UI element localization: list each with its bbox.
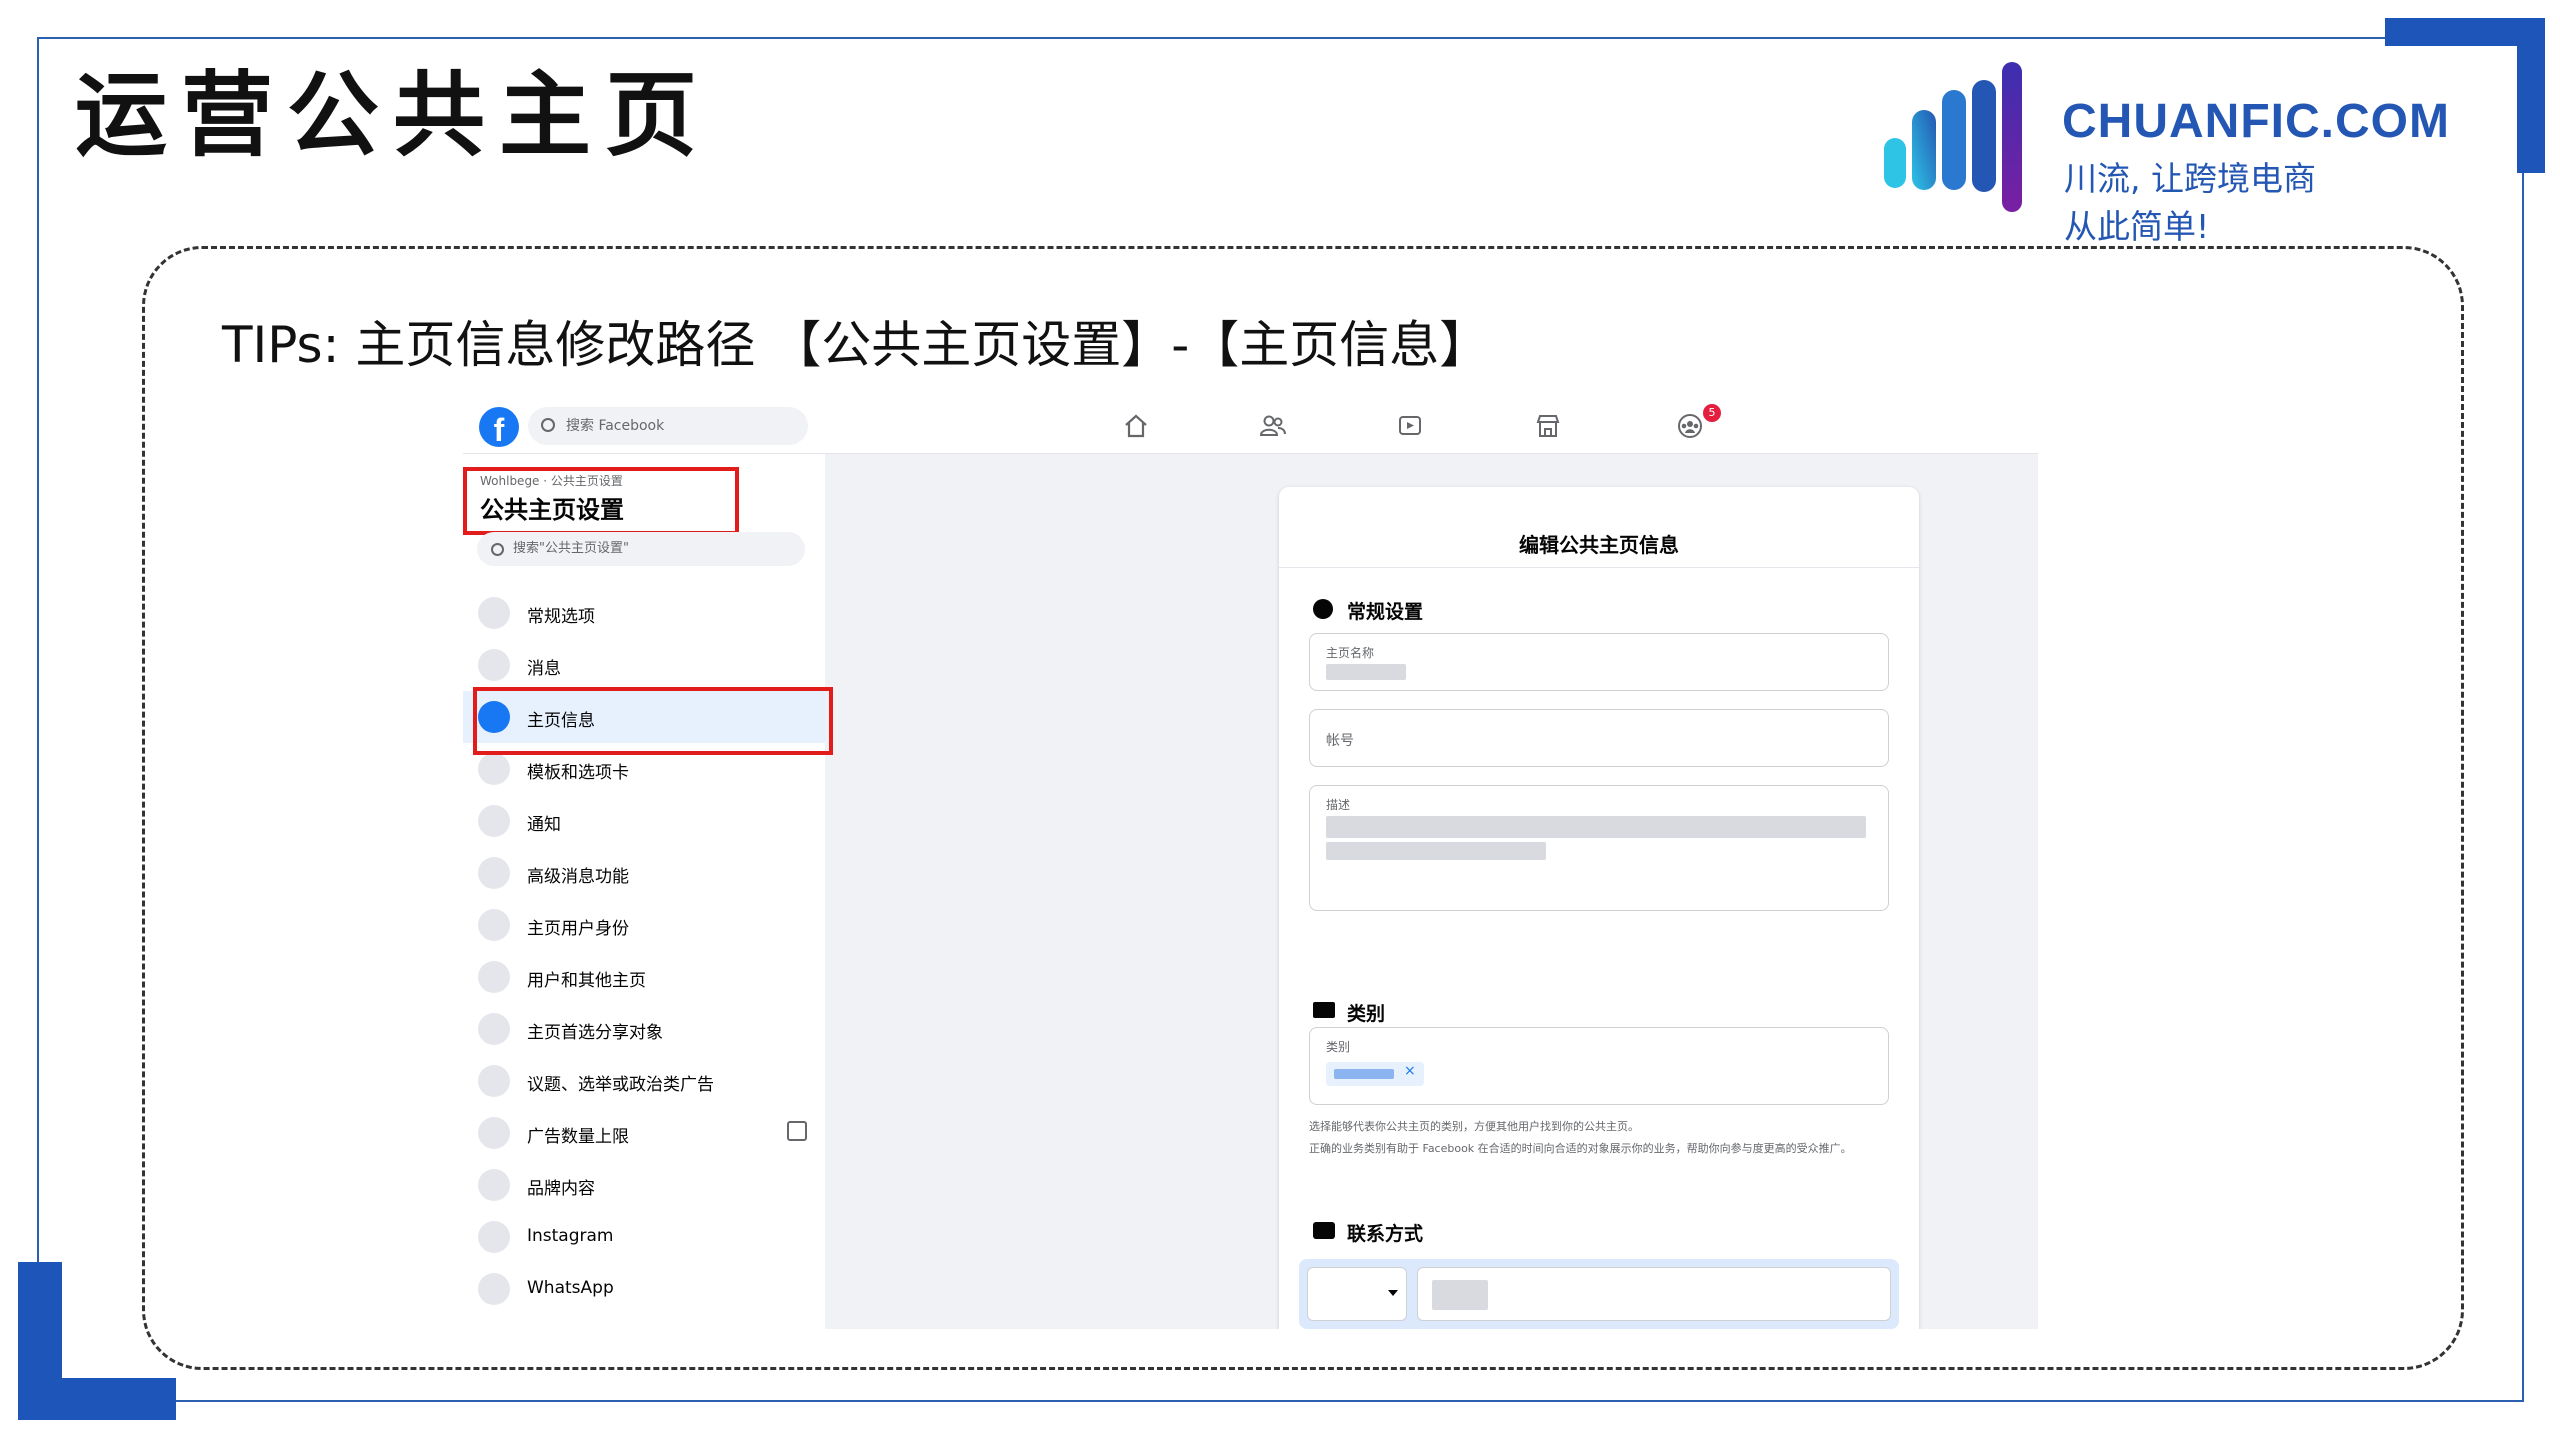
sidebar-item-page-roles[interactable]: 主页用户身份 <box>463 899 825 951</box>
blurred-value <box>1326 664 1406 680</box>
facebook-logo-icon[interactable]: f <box>479 407 519 447</box>
friends-icon[interactable] <box>1258 411 1288 441</box>
blurred-value <box>1334 1069 1394 1079</box>
section-heading: 常规设置 <box>1347 601 1424 623</box>
category-chip[interactable]: × <box>1326 1062 1424 1086</box>
folder-icon <box>1313 1002 1335 1018</box>
sidebar-item-label: 品牌内容 <box>527 1179 595 1199</box>
search-icon <box>541 418 555 432</box>
sidebar-item-instagram[interactable]: Instagram <box>463 1211 825 1263</box>
search-icon <box>491 543 504 556</box>
instagram-icon <box>478 1221 510 1253</box>
groups-icon[interactable] <box>1675 411 1705 441</box>
category-field[interactable]: 类别 × <box>1309 1027 1889 1105</box>
country-code-select[interactable] <box>1307 1267 1407 1321</box>
logo-slogan: 川流, 让跨境电商从此简单! <box>2064 159 2316 246</box>
notification-badge: 5 <box>1703 404 1721 422</box>
sidebar-item-notifications[interactable]: 通知 <box>463 795 825 847</box>
sidebar-item-whatsapp[interactable]: WhatsApp <box>463 1263 825 1315</box>
slide-title: 运营公共主页 <box>75 62 712 169</box>
sidebar-item-label: 消息 <box>527 659 561 679</box>
field-placeholder: 帐号 <box>1326 733 1354 749</box>
blurred-value <box>1326 816 1866 838</box>
field-label: 描述 <box>1326 798 1351 812</box>
globe-icon <box>478 805 510 837</box>
sidebar-item-label: WhatsApp <box>527 1278 614 1298</box>
field-label: 类别 <box>1326 1040 1351 1054</box>
sidebar-item-label: 常规选项 <box>527 607 595 627</box>
sidebar-item-label: 主页用户身份 <box>527 919 629 939</box>
highlight-box <box>463 467 739 535</box>
chat-icon <box>478 649 510 681</box>
sidebar-item-ad-limits[interactable]: 广告数量上限 <box>463 1107 825 1159</box>
grid-icon <box>478 753 510 785</box>
facebook-screenshot: f 搜索 Facebook 5 Wohlbege · 公共主页设置 公共主页设置… <box>463 397 2038 1329</box>
watch-icon[interactable] <box>1395 411 1425 441</box>
sidebar-item-political-ads[interactable]: 议题、选举或政治类广告 <box>463 1055 825 1107</box>
sidebar-item-label: 议题、选举或政治类广告 <box>527 1075 714 1095</box>
handshake-icon <box>478 1169 510 1201</box>
phone-input[interactable] <box>1417 1267 1891 1321</box>
category-help-text: 选择能够代表你公共主页的类别，方便其他用户找到你的公共主页。 <box>1309 1120 1639 1133</box>
gear-icon <box>478 1117 510 1149</box>
sidebar-item-label: 通知 <box>527 815 561 835</box>
divider <box>1279 567 1919 568</box>
sidebar-item-advanced-messaging[interactable]: 高级消息功能 <box>463 847 825 899</box>
sidebar-item-label: 用户和其他主页 <box>527 971 646 991</box>
whatsapp-icon <box>478 1273 510 1305</box>
people-icon <box>478 961 510 993</box>
sidebar-item-branded-content[interactable]: 品牌内容 <box>463 1159 825 1211</box>
sidebar-item-general[interactable]: 常规选项 <box>463 587 825 639</box>
info-icon <box>1313 599 1333 619</box>
marketplace-icon[interactable] <box>1533 411 1563 441</box>
blurred-value <box>1326 842 1546 860</box>
sidebar-search-input[interactable]: 搜索"公共主页设置" <box>477 532 805 566</box>
messenger-icon <box>478 857 510 889</box>
facebook-search-input[interactable]: 搜索 Facebook <box>528 407 808 445</box>
sidebar-item-audience[interactable]: 主页首选分享对象 <box>463 1003 825 1055</box>
home-icon[interactable] <box>1121 411 1151 441</box>
sidebar-item-people[interactable]: 用户和其他主页 <box>463 951 825 1003</box>
external-link-icon[interactable] <box>787 1121 807 1141</box>
category-help-text: 正确的业务类别有助于 Facebook 在合适的时间向合适的对象展示你的业务，帮… <box>1309 1142 1852 1155</box>
facebook-topbar: f 搜索 Facebook 5 <box>463 397 2038 454</box>
tips-text: TIPs: 主页信息修改路径 【公共主页设置】-【主页信息】 <box>222 316 1490 374</box>
highlight-box <box>473 687 833 755</box>
logo-brand: CHUANFIC.COM <box>2062 95 2450 148</box>
sidebar-item-label: 高级消息功能 <box>527 867 629 887</box>
people-icon <box>478 1013 510 1045</box>
description-field[interactable]: 描述 <box>1309 785 1889 911</box>
chuanfic-logo: CHUANFIC.COM 川流, 让跨境电商从此简单! <box>1880 60 2449 246</box>
logo-bars-icon <box>1884 62 2022 212</box>
blurred-value <box>1432 1280 1488 1310</box>
sidebar-item-label: Instagram <box>527 1226 614 1246</box>
gear-icon <box>478 597 510 629</box>
section-heading: 类别 <box>1347 1003 1386 1025</box>
edit-page-info-card: 编辑公共主页信息 常规设置 主页名称 帐号 描述 类别 类别 × 选择能够代表你… <box>1279 487 1919 1329</box>
section-heading: 联系方式 <box>1347 1223 1424 1245</box>
contact-row <box>1299 1259 1899 1329</box>
chevron-down-icon <box>1388 1290 1398 1296</box>
contact-card-icon <box>1313 1222 1335 1239</box>
sidebar-item-label: 广告数量上限 <box>527 1127 629 1147</box>
person-icon <box>478 909 510 941</box>
corner-decoration <box>18 1378 176 1420</box>
sidebar-item-messages[interactable]: 消息 <box>463 639 825 691</box>
remove-chip-icon[interactable]: × <box>1404 1063 1416 1079</box>
username-field[interactable]: 帐号 <box>1309 709 1889 767</box>
sidebar-item-label: 主页首选分享对象 <box>527 1023 663 1043</box>
page-name-field[interactable]: 主页名称 <box>1309 633 1889 691</box>
sidebar-item-label: 模板和选项卡 <box>527 763 629 783</box>
card-title: 编辑公共主页信息 <box>1519 533 1679 557</box>
field-label: 主页名称 <box>1326 646 1375 660</box>
wrench-icon <box>478 1065 510 1097</box>
corner-decoration <box>2517 18 2545 173</box>
